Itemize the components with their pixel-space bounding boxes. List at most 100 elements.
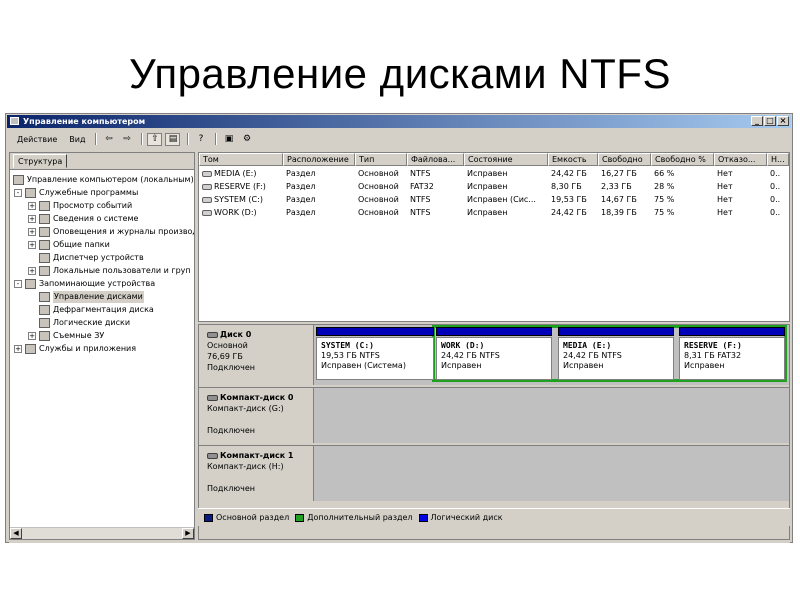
tree-item[interactable]: - Запоминающие устройства — [14, 278, 155, 290]
table-cell: Основной — [355, 193, 407, 206]
tab-structure[interactable]: Структура — [13, 154, 68, 168]
menu-action[interactable]: Действие — [11, 135, 63, 144]
column-header[interactable]: Расположение — [283, 153, 355, 166]
expander-icon[interactable]: + — [28, 228, 36, 236]
back-arrow-icon[interactable]: ⇦ — [101, 133, 116, 146]
column-header[interactable]: Свободно — [598, 153, 651, 166]
cell-text: Нет — [717, 195, 733, 204]
minimize-button[interactable]: _ — [751, 116, 763, 126]
disk-info[interactable]: Диск 0 Основной 76,69 ГБ Подключен — [199, 325, 314, 385]
tree-item[interactable]: Управление дисками — [28, 291, 144, 303]
table-row[interactable]: SYSTEM (C:) Раздел Основной NTFS Исправен (С… — [199, 193, 789, 206]
show-tree-icon[interactable]: ▤ — [165, 132, 181, 146]
partition-bar — [679, 327, 785, 336]
table-cell: NTFS — [407, 167, 464, 180]
tree-item[interactable]: + Съемные ЗУ — [28, 330, 104, 342]
tree-item-label: Служебные программы — [39, 188, 139, 197]
defrag-icon — [39, 305, 50, 315]
tree-horizontal-scrollbar[interactable]: ◀ ▶ — [10, 527, 194, 539]
table-cell: NTFS — [407, 193, 464, 206]
tree-item[interactable]: + Оповещения и журналы производ — [28, 226, 194, 238]
partition-status: Исправен — [563, 361, 604, 370]
cell-text: WORK (D:) — [214, 208, 257, 217]
close-button[interactable]: × — [777, 116, 789, 126]
column-header[interactable]: Состояние — [464, 153, 548, 166]
cell-text: Исправен — [467, 208, 508, 217]
scroll-right-icon[interactable]: ▶ — [182, 528, 194, 539]
expander-icon[interactable]: + — [28, 202, 36, 210]
tree-item[interactable]: + Локальные пользователи и груп — [28, 265, 191, 277]
legend-label: Основной раздел — [216, 513, 290, 522]
scroll-left-icon[interactable]: ◀ — [10, 528, 22, 539]
storage-icon — [25, 279, 36, 289]
table-cell: Исправен — [464, 167, 548, 180]
expander-icon[interactable]: + — [28, 332, 36, 340]
tree-item[interactable]: + Просмотр событий — [28, 200, 132, 212]
partition[interactable]: WORK (D:) 24,42 ГБ NTFS Исправен — [436, 327, 552, 380]
tree-item[interactable]: Управление компьютером (локальным) — [13, 174, 194, 186]
tools-icon — [25, 188, 36, 198]
properties-icon[interactable]: ▣ — [221, 133, 236, 146]
expander-icon[interactable]: + — [28, 267, 36, 275]
table-cell: RESERVE (F:) — [199, 180, 283, 193]
cell-text: 24,42 ГБ — [551, 169, 587, 178]
column-header[interactable]: Тип — [355, 153, 407, 166]
column-header[interactable]: Файлова... — [407, 153, 464, 166]
column-header[interactable]: Н... — [767, 153, 789, 166]
expander-icon[interactable]: - — [14, 189, 22, 197]
expander-icon[interactable]: + — [14, 345, 22, 353]
tree-item[interactable]: + Общие папки — [28, 239, 110, 251]
cell-text: 66 % — [654, 169, 675, 178]
table-cell: 24,42 ГБ — [548, 167, 598, 180]
menu-view[interactable]: Вид — [63, 135, 91, 144]
tree-item[interactable]: - Служебные программы — [14, 187, 138, 199]
disk-info[interactable]: Компакт-диск 1 Компакт-диск (H:) Подключен — [199, 446, 314, 501]
partition-body: SYSTEM (C:) 19,53 ГБ NTFS Исправен (Систем… — [316, 337, 434, 380]
cell-text: Исправен — [467, 169, 508, 178]
tree-item-label: Управление компьютером (локальным) — [27, 175, 194, 184]
partition-bar — [558, 327, 674, 336]
event-viewer-icon — [39, 201, 50, 211]
disk-name: Диск 0 — [207, 329, 313, 340]
cell-text: 8,30 ГБ — [551, 182, 582, 191]
column-header[interactable]: Емкость — [548, 153, 598, 166]
settings-icon[interactable]: ⚙ — [239, 133, 254, 146]
cell-text: Раздел — [286, 195, 316, 204]
partition-name: RESERVE (F:) — [684, 341, 742, 350]
title-bar[interactable]: Управление компьютером _ □ × — [7, 115, 791, 128]
table-cell: 75 % — [651, 193, 714, 206]
cell-text: Нет — [717, 208, 733, 217]
cell-text: 18,39 ГБ — [601, 208, 637, 217]
maximize-button[interactable]: □ — [764, 116, 776, 126]
up-folder-icon[interactable]: ⇧ — [147, 132, 163, 146]
partition[interactable]: RESERVE (F:) 8,31 ГБ FAT32 Исправен — [679, 327, 785, 380]
tree-item-label: Общие папки — [53, 240, 110, 249]
column-header[interactable]: Том — [199, 153, 283, 166]
expander-icon[interactable]: + — [28, 241, 36, 249]
table-cell: 0.. — [767, 193, 789, 206]
expander-icon[interactable]: + — [28, 215, 36, 223]
disk-info[interactable]: Компакт-диск 0 Компакт-диск (G:) Подключен — [199, 388, 314, 443]
table-row[interactable]: RESERVE (F:) Раздел Основной FAT32 Исправен 8… — [199, 180, 789, 193]
help-icon[interactable]: ? — [193, 133, 208, 146]
tree-item[interactable]: + Службы и приложения — [14, 343, 136, 355]
forward-arrow-icon[interactable]: ⇨ — [119, 133, 134, 146]
tree-item[interactable]: Логические диски — [28, 317, 130, 329]
table-row[interactable]: WORK (D:) Раздел Основной NTFS Исправен 24,42… — [199, 206, 789, 219]
partition[interactable]: MEDIA (E:) 24,42 ГБ NTFS Исправен — [558, 327, 674, 380]
tree-item[interactable]: + Сведения о системе — [28, 213, 138, 225]
disk-info-line: Подключен — [207, 484, 255, 493]
partition-status: Исправен — [684, 361, 725, 370]
legend-label: Логический диск — [430, 513, 503, 522]
tree-item[interactable]: Дефрагментация диска — [28, 304, 154, 316]
partition-bar — [316, 327, 434, 336]
partition[interactable]: SYSTEM (C:) 19,53 ГБ NTFS Исправен (Систем… — [316, 327, 434, 380]
expander-icon[interactable]: - — [14, 280, 22, 288]
cell-text: NTFS — [410, 169, 431, 178]
tree-item[interactable]: Диспетчер устройств — [28, 252, 144, 264]
column-header[interactable]: Свободно % — [651, 153, 714, 166]
tree-item-label: Управление дисками — [53, 291, 144, 303]
table-row[interactable]: MEDIA (E:) Раздел Основной NTFS Исправен 24,4… — [199, 167, 789, 180]
column-header[interactable]: Отказо... — [714, 153, 767, 166]
partition-name: SYSTEM (C:) — [321, 341, 374, 350]
